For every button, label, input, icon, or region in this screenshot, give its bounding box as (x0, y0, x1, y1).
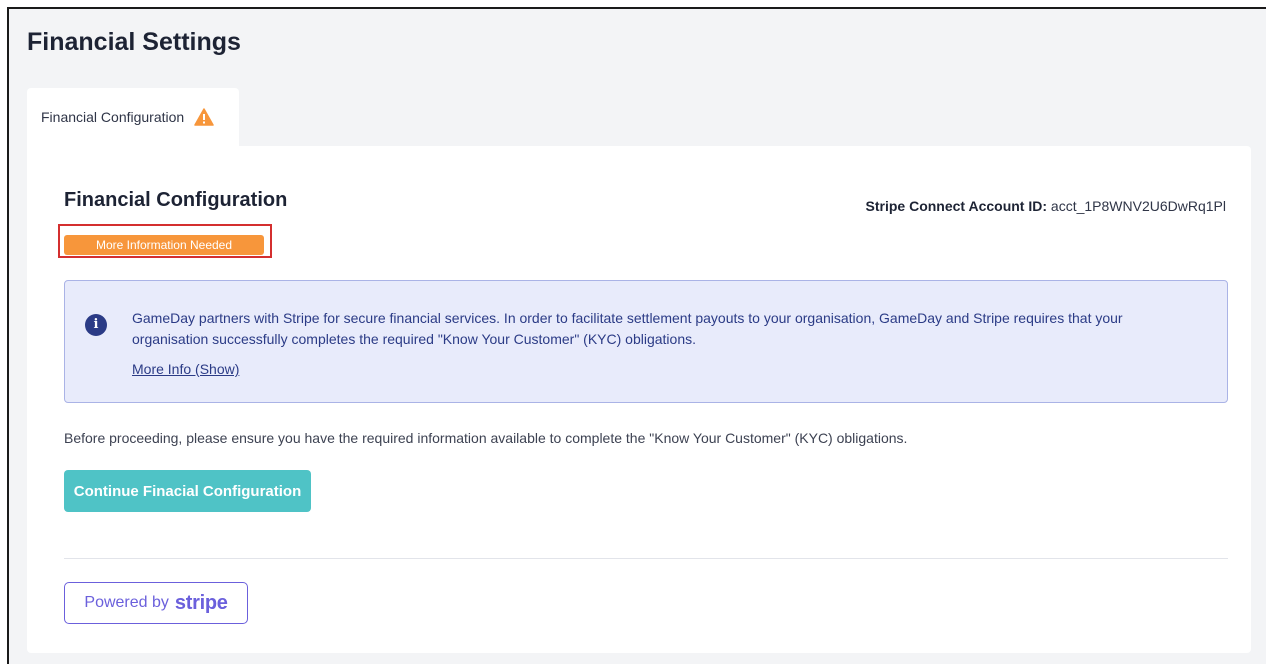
tab-label: Financial Configuration (41, 109, 185, 125)
account-id-label: Stripe Connect Account ID: (865, 198, 1048, 214)
account-id-value: acct_1P8WNV2U6DwRq1Pl (1050, 198, 1226, 214)
tab-financial-configuration[interactable]: Financial Configuration (27, 88, 239, 146)
continue-configuration-button[interactable]: Continue Finacial Configuration (64, 470, 311, 512)
page-title: Financial Settings (27, 28, 241, 56)
status-badge: More Information Needed (64, 235, 264, 255)
financial-configuration-panel: Financial Configuration Stripe Connect A… (27, 146, 1251, 653)
info-icon: i (85, 314, 107, 336)
info-text: GameDay partners with Stripe for secure … (132, 310, 1123, 347)
info-box: i GameDay partners with Stripe for secur… (64, 280, 1228, 403)
more-info-link[interactable]: More Info (Show) (132, 361, 239, 377)
powered-by-text: Powered by (84, 594, 169, 611)
warning-icon (194, 108, 214, 126)
divider (64, 558, 1228, 559)
section-title: Financial Configuration (64, 189, 288, 211)
stripe-account-id: Stripe Connect Account ID: acct_1P8WNV2U… (866, 198, 1226, 214)
before-proceeding-text: Before proceeding, please ensure you hav… (64, 430, 908, 446)
stripe-logo: stripe (174, 591, 228, 614)
powered-by-stripe-badge[interactable]: Powered by stripe (64, 582, 248, 624)
page-frame: Financial Settings Financial Configurati… (7, 7, 1266, 664)
